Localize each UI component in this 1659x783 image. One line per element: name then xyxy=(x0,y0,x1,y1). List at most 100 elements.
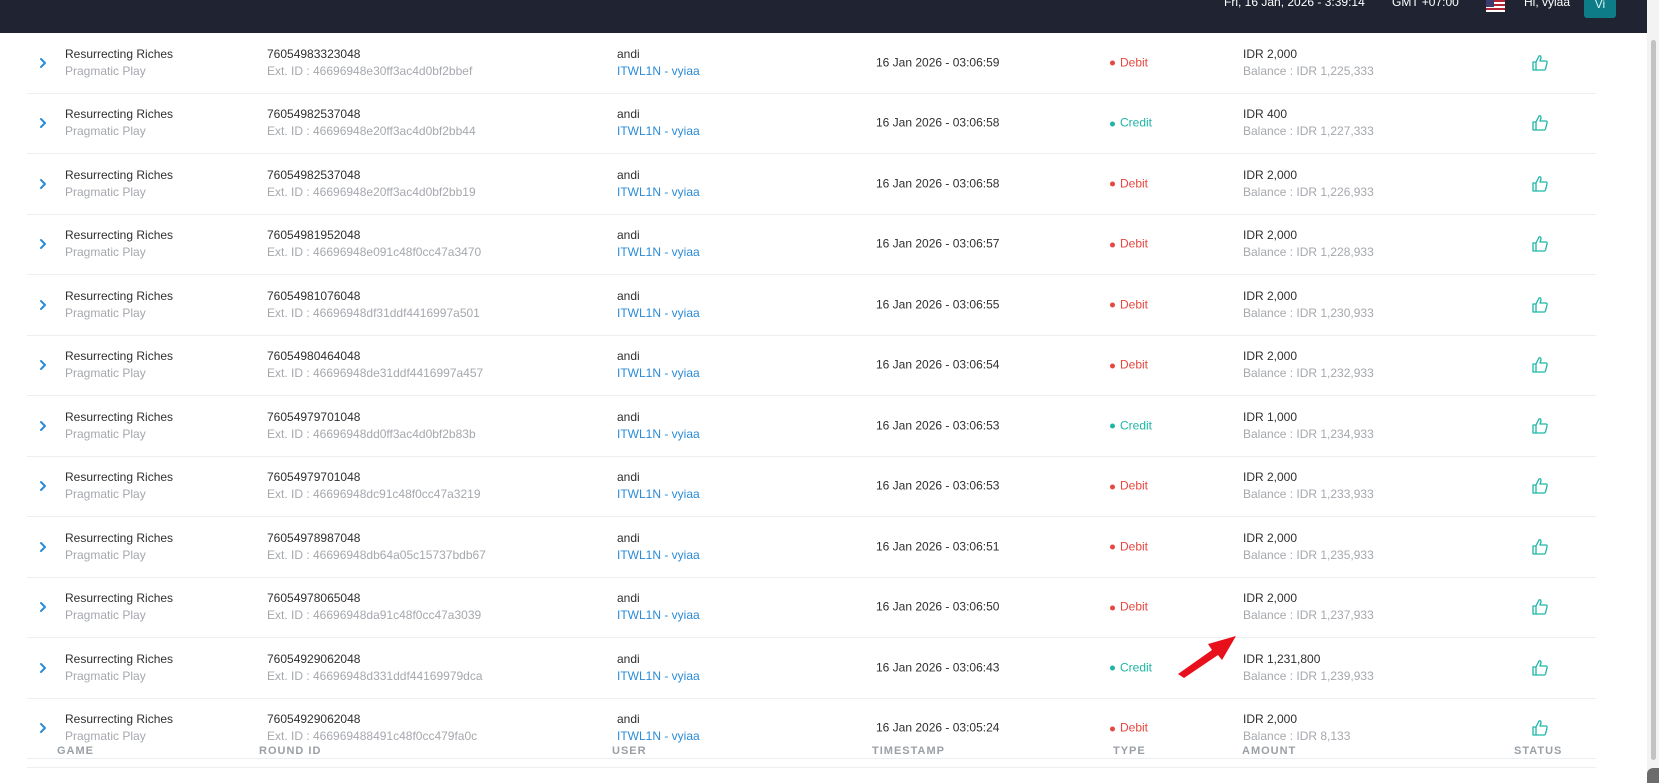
amount-cell: IDR 2,000 Balance : IDR 1,226,933 xyxy=(1243,167,1374,201)
thumbs-up-icon[interactable] xyxy=(1531,175,1549,193)
thumbs-up-icon[interactable] xyxy=(1531,114,1549,132)
amount-cell: IDR 1,000 Balance : IDR 1,234,933 xyxy=(1243,409,1374,443)
column-header-timestamp[interactable]: TIMESTAMP xyxy=(872,745,945,757)
game-provider: Pragmatic Play xyxy=(65,668,146,683)
user-link[interactable]: ITWL1N - vyiaa xyxy=(617,63,700,80)
column-header-game[interactable]: GAME xyxy=(57,745,94,757)
chevron-right-icon[interactable] xyxy=(36,177,50,191)
thumbs-up-icon[interactable] xyxy=(1531,538,1549,556)
avatar[interactable]: Vi xyxy=(1584,0,1616,18)
game-provider: Pragmatic Play xyxy=(65,426,146,441)
round-id: 76054981076048 xyxy=(267,288,361,303)
amount: IDR 1,000 xyxy=(1243,409,1298,424)
timestamp: 16 Jan 2026 - 03:06:58 xyxy=(876,115,1000,130)
type-badge: Debit xyxy=(1110,54,1148,71)
chevron-right-icon[interactable] xyxy=(36,540,50,554)
user-link[interactable]: ITWL1N - vyiaa xyxy=(617,305,700,322)
user-link[interactable]: ITWL1N - vyiaa xyxy=(617,244,700,261)
balance: Balance : IDR 1,230,933 xyxy=(1243,305,1374,320)
type-badge: Debit xyxy=(1110,357,1148,374)
chevron-right-icon[interactable] xyxy=(36,600,50,614)
balance: Balance : IDR 1,232,933 xyxy=(1243,366,1374,381)
chevron-right-icon[interactable] xyxy=(36,237,50,251)
thumbs-up-icon[interactable] xyxy=(1531,356,1549,374)
balance: Balance : IDR 1,233,933 xyxy=(1243,487,1374,502)
table-row[interactable]: Resurrecting Riches Pragmatic Play 76054… xyxy=(27,336,1596,396)
type-badge: Debit xyxy=(1110,236,1148,253)
external-id: Ext. ID : 46696948e091c48f0cc47a3470 xyxy=(267,245,482,260)
thumbs-up-icon[interactable] xyxy=(1531,477,1549,495)
type-label: Credit xyxy=(1120,418,1153,433)
game-cell: Resurrecting Riches Pragmatic Play xyxy=(65,348,173,382)
us-flag-icon[interactable] xyxy=(1486,0,1505,12)
external-id: Ext. ID : 46696948dd0ff3ac4d0bf2b83b xyxy=(267,426,476,441)
table-row[interactable]: Resurrecting Riches Pragmatic Play 76054… xyxy=(27,578,1596,638)
table-row[interactable]: Resurrecting Riches Pragmatic Play 76054… xyxy=(27,33,1596,94)
table-row[interactable]: Resurrecting Riches Pragmatic Play 76054… xyxy=(27,517,1596,578)
thumbs-up-icon[interactable] xyxy=(1531,719,1549,737)
thumbs-up-icon[interactable] xyxy=(1531,417,1549,435)
game-cell: Resurrecting Riches Pragmatic Play xyxy=(65,46,173,80)
user-name: andi xyxy=(617,46,640,61)
chevron-right-icon[interactable] xyxy=(36,358,50,372)
thumbs-up-icon[interactable] xyxy=(1531,235,1549,253)
type-dot-icon xyxy=(1110,302,1115,308)
column-header-user[interactable]: USER xyxy=(612,745,647,757)
chevron-right-icon[interactable] xyxy=(36,479,50,493)
column-header-type[interactable]: TYPE xyxy=(1113,745,1146,757)
column-header-amount[interactable]: AMOUNT xyxy=(1242,745,1296,757)
user-link[interactable]: ITWL1N - vyiaa xyxy=(617,486,700,503)
type-label: Debit xyxy=(1120,55,1149,70)
user-cell: andi ITWL1N - vyiaa xyxy=(617,530,700,564)
user-name: andi xyxy=(617,288,640,303)
user-greeting[interactable]: Hi, vyiaa xyxy=(1524,0,1570,9)
user-cell: andi ITWL1N - vyiaa xyxy=(617,651,700,685)
user-link[interactable]: ITWL1N - vyiaa xyxy=(617,184,700,201)
table-row[interactable]: Resurrecting Riches Pragmatic Play 76054… xyxy=(27,94,1596,154)
chevron-right-icon[interactable] xyxy=(36,721,50,735)
user-link[interactable]: ITWL1N - vyiaa xyxy=(617,365,700,382)
amount-cell: IDR 2,000 Balance : IDR 1,228,933 xyxy=(1243,227,1374,261)
type-badge: Debit xyxy=(1110,478,1148,495)
table-row[interactable]: Resurrecting Riches Pragmatic Play 76054… xyxy=(27,275,1596,336)
chevron-right-icon[interactable] xyxy=(36,56,50,70)
timestamp: 16 Jan 2026 - 03:06:55 xyxy=(876,297,1000,312)
table-row[interactable]: Resurrecting Riches Pragmatic Play 76054… xyxy=(27,638,1596,699)
timestamp-cell: 16 Jan 2026 - 03:05:24 xyxy=(876,720,999,737)
type-label: Debit xyxy=(1120,236,1149,251)
game-cell: Resurrecting Riches Pragmatic Play xyxy=(65,167,173,201)
user-cell: andi ITWL1N - vyiaa xyxy=(617,469,700,503)
column-header-status[interactable]: STATUS xyxy=(1514,745,1562,757)
chevron-right-icon[interactable] xyxy=(36,419,50,433)
timestamp: 16 Jan 2026 - 03:06:58 xyxy=(876,176,1000,191)
table-row[interactable]: Resurrecting Riches Pragmatic Play 76054… xyxy=(27,457,1596,517)
game-cell: Resurrecting Riches Pragmatic Play xyxy=(65,530,173,564)
user-link[interactable]: ITWL1N - vyiaa xyxy=(617,668,700,685)
user-link[interactable]: ITWL1N - vyiaa xyxy=(617,123,700,140)
user-name: andi xyxy=(617,228,640,243)
table-row[interactable]: Resurrecting Riches Pragmatic Play 76054… xyxy=(27,215,1596,275)
chevron-right-icon[interactable] xyxy=(36,298,50,312)
thumbs-up-icon[interactable] xyxy=(1531,296,1549,314)
user-link[interactable]: ITWL1N - vyiaa xyxy=(617,547,700,564)
scrollbar-thumb[interactable] xyxy=(1651,40,1656,760)
round-id: 76054983323048 xyxy=(267,46,361,61)
user-name: andi xyxy=(617,107,640,122)
type-dot-icon xyxy=(1110,423,1115,429)
timestamp: 16 Jan 2026 - 03:06:57 xyxy=(876,236,1000,251)
user-link[interactable]: ITWL1N - vyiaa xyxy=(617,607,700,624)
type-label: Debit xyxy=(1120,297,1149,312)
thumbs-up-icon[interactable] xyxy=(1531,598,1549,616)
timestamp: 16 Jan 2026 - 03:06:53 xyxy=(876,418,1000,433)
chevron-right-icon[interactable] xyxy=(36,661,50,675)
thumbs-up-icon[interactable] xyxy=(1531,659,1549,677)
amount-cell: IDR 2,000 Balance : IDR 1,237,933 xyxy=(1243,590,1374,624)
table-row[interactable]: Resurrecting Riches Pragmatic Play 76054… xyxy=(27,396,1596,457)
game-cell: Resurrecting Riches Pragmatic Play xyxy=(65,227,173,261)
chevron-right-icon[interactable] xyxy=(36,116,50,130)
table-row[interactable]: Resurrecting Riches Pragmatic Play 76054… xyxy=(27,154,1596,215)
column-header-round-id[interactable]: ROUND ID xyxy=(259,745,321,757)
user-cell: andi ITWL1N - vyiaa xyxy=(617,46,700,80)
user-link[interactable]: ITWL1N - vyiaa xyxy=(617,426,700,443)
thumbs-up-icon[interactable] xyxy=(1531,54,1549,72)
